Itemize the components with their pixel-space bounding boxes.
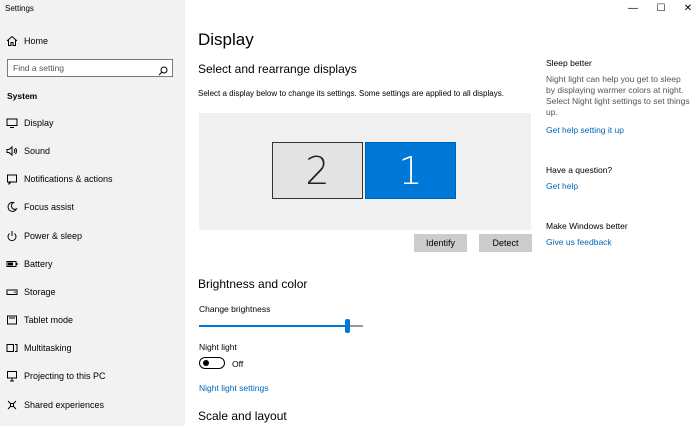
multitasking-icon <box>6 342 18 354</box>
night-light-state: Off <box>232 359 244 369</box>
power-icon <box>6 230 18 242</box>
sidebar-item-label: Storage <box>24 287 56 297</box>
sidebar-item-notifications[interactable]: Notifications & actions <box>0 167 185 191</box>
sidebar-item-label: Sound <box>24 146 51 156</box>
get-help-setting-link[interactable]: Get help setting it up <box>546 125 691 136</box>
brightness-slider-label: Change brightness <box>199 304 271 314</box>
sidebar-item-label: Multitasking <box>24 343 72 353</box>
identify-button[interactable]: Identify <box>414 234 467 252</box>
moon-icon <box>6 201 18 213</box>
brightness-heading: Brightness and color <box>198 277 308 291</box>
section-label-system: System <box>7 91 38 101</box>
sidebar: Settings Home Find a setting System Disp… <box>0 0 185 426</box>
sidebar-item-label: Battery <box>24 259 53 269</box>
home-icon <box>6 35 18 47</box>
app-title: Settings <box>5 4 34 13</box>
get-help-link[interactable]: Get help <box>546 181 691 192</box>
projector-icon <box>6 370 18 382</box>
sidebar-item-label: Focus assist <box>24 202 75 212</box>
sidebar-item-power-sleep[interactable]: Power & sleep <box>0 224 185 248</box>
page-title: Display <box>198 30 254 49</box>
toggle-knob <box>203 360 209 366</box>
monitor-1[interactable]: 1 <box>365 142 456 199</box>
sidebar-item-multitasking[interactable]: Multitasking <box>0 336 185 360</box>
sidebar-item-battery[interactable]: Battery <box>0 252 185 276</box>
brightness-slider-fill <box>199 325 347 327</box>
night-light-settings-link[interactable]: Night light settings <box>199 383 268 393</box>
brightness-slider[interactable] <box>199 319 363 333</box>
night-light-label: Night light <box>199 342 237 352</box>
sidebar-item-display[interactable]: Display <box>0 111 185 135</box>
sidebar-item-label: Tablet mode <box>24 315 74 325</box>
minimize-button[interactable]: — <box>619 0 647 16</box>
brightness-slider-rest <box>350 325 363 327</box>
give-feedback-link[interactable]: Give us feedback <box>546 237 691 248</box>
sidebar-item-label: Power & sleep <box>24 231 83 241</box>
sidebar-item-tablet-mode[interactable]: Tablet mode <box>0 308 185 332</box>
sidebar-home[interactable]: Home <box>0 29 185 53</box>
monitor-2[interactable]: 2 <box>272 142 363 199</box>
sidebar-item-focus-assist[interactable]: Focus assist <box>0 195 185 219</box>
shared-icon <box>6 399 18 411</box>
battery-icon <box>6 258 18 270</box>
sleep-better-text: Night light can help you get to sleep by… <box>546 74 690 117</box>
sidebar-item-label: Projecting to this PC <box>24 371 106 381</box>
night-light-toggle[interactable] <box>199 357 225 369</box>
speaker-icon <box>6 145 18 157</box>
notification-icon <box>6 173 18 185</box>
storage-icon <box>6 286 18 298</box>
search-icon[interactable] <box>158 63 168 76</box>
sidebar-item-sound[interactable]: Sound <box>0 139 185 163</box>
sidebar-item-label: Display <box>24 118 54 128</box>
sidebar-item-label: Shared experiences <box>24 400 105 410</box>
sidebar-item-storage[interactable]: Storage <box>0 280 185 304</box>
home-label: Home <box>24 36 49 46</box>
search-input[interactable]: Find a setting <box>7 59 173 77</box>
display-arrangement-area[interactable]: 2 1 <box>199 113 531 230</box>
arrange-heading: Select and rearrange displays <box>198 62 357 76</box>
arrange-description: Select a display below to change its set… <box>198 89 504 98</box>
close-button[interactable]: ✕ <box>674 0 700 16</box>
maximize-button[interactable]: ☐ <box>647 0 675 16</box>
sidebar-item-shared-experiences[interactable]: Shared experiences <box>0 393 185 417</box>
feedback-heading: Make Windows better <box>546 221 628 231</box>
tablet-icon <box>6 314 18 326</box>
sidebar-item-label: Notifications & actions <box>24 174 113 184</box>
detect-button[interactable]: Detect <box>479 234 532 252</box>
scale-layout-heading: Scale and layout <box>198 409 287 423</box>
sidebar-item-projecting[interactable]: Projecting to this PC <box>0 364 185 388</box>
question-heading: Have a question? <box>546 165 613 175</box>
search-placeholder: Find a setting <box>13 63 65 73</box>
sleep-better-heading: Sleep better <box>546 58 592 68</box>
monitor-icon <box>6 117 18 129</box>
brightness-slider-thumb[interactable] <box>345 319 350 333</box>
